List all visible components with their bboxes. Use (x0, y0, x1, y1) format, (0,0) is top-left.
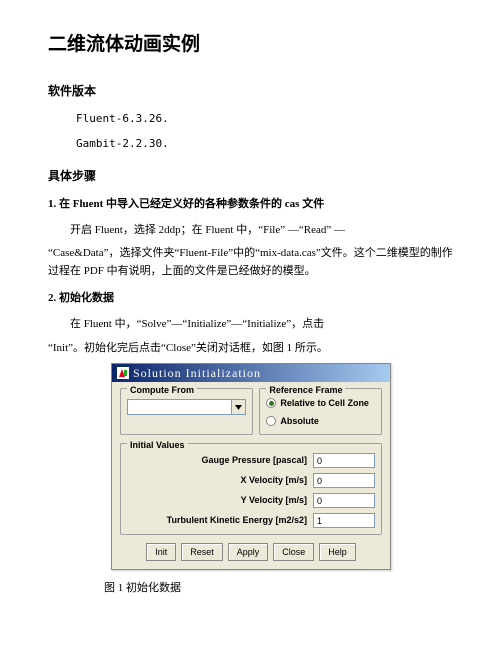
x-velocity-input[interactable]: 0 (313, 473, 375, 488)
software-heading: 软件版本 (48, 82, 454, 101)
radio-icon (266, 398, 276, 408)
dialog-screenshot: Solution Initialization Compute From Ref… (48, 363, 454, 570)
step2-paragraph-b: “Init”。初始化完后点击“Close”关闭对话框，如图 1 所示。 (48, 340, 454, 358)
close-button[interactable]: Close (273, 543, 314, 561)
radio-absolute-label: Absolute (280, 414, 319, 428)
x-velocity-label: X Velocity [m/s] (127, 473, 313, 487)
step2-paragraph-a: 在 Fluent 中，“Solve”—“Initialize”—“Initial… (48, 316, 454, 334)
tke-input[interactable]: 1 (313, 513, 375, 528)
step2-heading: 2. 初始化数据 (48, 290, 454, 308)
reference-frame-label: Reference Frame (266, 383, 345, 397)
step1-paragraph-b: “Case&Data”，选择文件夹“Fluent-File”中的“mix-dat… (48, 245, 454, 280)
compute-from-label: Compute From (127, 383, 197, 397)
steps-heading: 具体步骤 (48, 167, 454, 186)
radio-icon (266, 416, 276, 426)
gauge-pressure-label: Gauge Pressure [pascal] (127, 453, 313, 467)
radio-relative[interactable]: Relative to Cell Zone (266, 396, 375, 410)
y-velocity-label: Y Velocity [m/s] (127, 493, 313, 507)
apply-button[interactable]: Apply (228, 543, 269, 561)
solution-init-dialog: Solution Initialization Compute From Ref… (111, 363, 391, 570)
software-line-1: Fluent-6.3.26. (76, 110, 454, 128)
reset-button[interactable]: Reset (181, 543, 223, 561)
fluent-app-icon (117, 367, 129, 379)
gauge-pressure-input[interactable]: 0 (313, 453, 375, 468)
combo-dropdown-icon[interactable] (232, 399, 246, 415)
figure-caption: 图 1 初始化数据 (48, 580, 454, 598)
software-line-2: Gambit-2.2.30. (76, 135, 454, 153)
help-button[interactable]: Help (319, 543, 356, 561)
initial-values-label: Initial Values (127, 438, 188, 452)
step1-paragraph-a: 开启 Fluent，选择 2ddp；在 Fluent 中，“File” —“Re… (48, 222, 454, 240)
radio-absolute[interactable]: Absolute (266, 414, 375, 428)
dialog-title-text: Solution Initialization (133, 364, 261, 383)
radio-relative-label: Relative to Cell Zone (280, 396, 369, 410)
tke-label: Turbulent Kinetic Energy [m2/s2] (127, 513, 313, 527)
compute-from-combo[interactable] (127, 399, 246, 415)
page-title: 二维流体动画实例 (48, 30, 454, 60)
y-velocity-input[interactable]: 0 (313, 493, 375, 508)
compute-from-value[interactable] (127, 399, 232, 415)
step1-heading: 1. 在 Fluent 中导入已经定义好的各种参数条件的 cas 文件 (48, 196, 454, 214)
dialog-titlebar: Solution Initialization (112, 364, 390, 382)
init-button[interactable]: Init (146, 543, 176, 561)
